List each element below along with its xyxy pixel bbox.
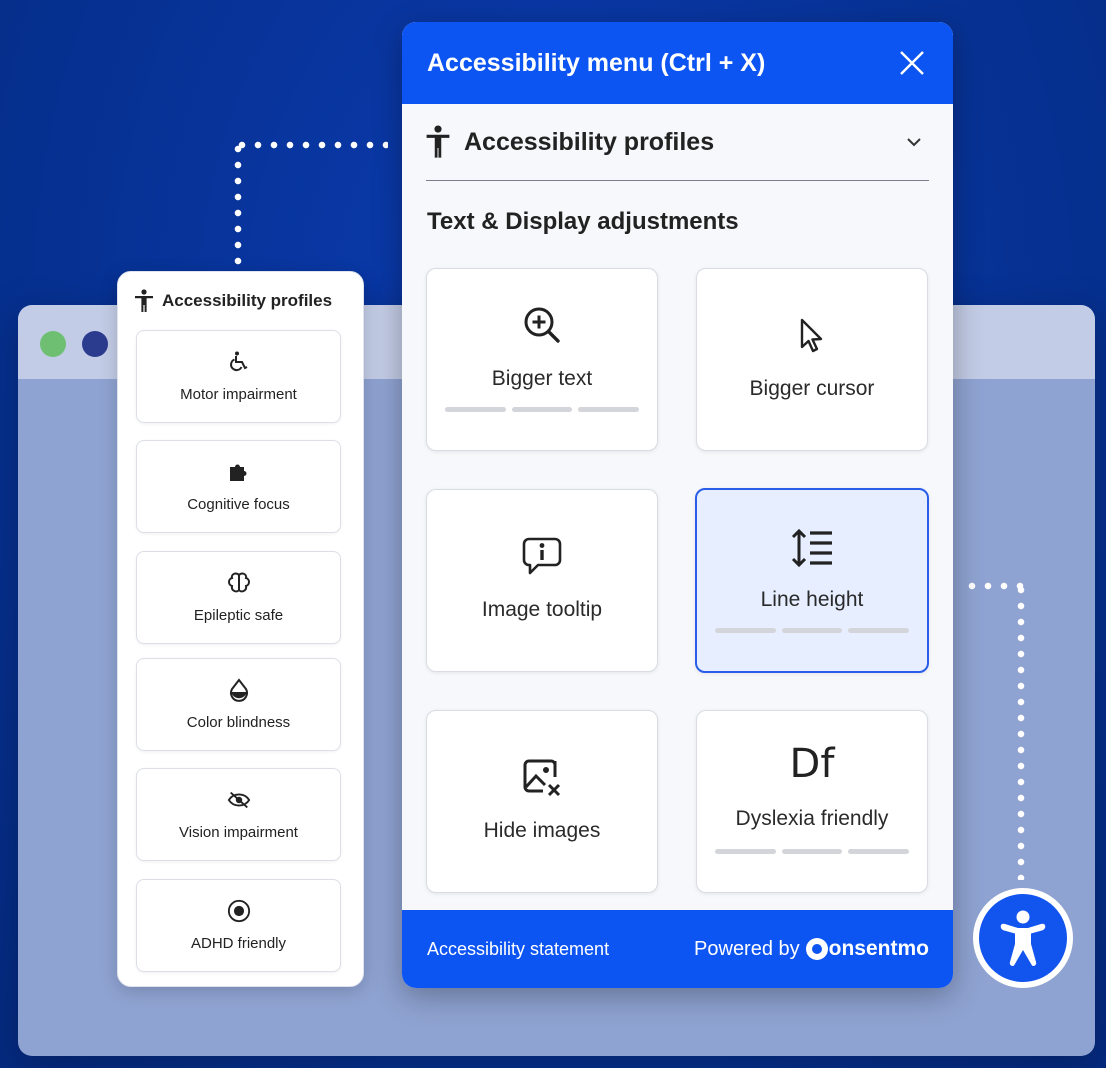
close-icon[interactable] xyxy=(897,48,927,78)
accessibility-menu: Accessibility menu (Ctrl + X) Accessibil… xyxy=(402,22,953,988)
level-bars xyxy=(445,407,640,412)
menu-footer: Accessibility statement Powered by onsen… xyxy=(402,910,953,988)
menu-header: Accessibility menu (Ctrl + X) xyxy=(402,22,953,104)
brand-name: onsentmo xyxy=(828,937,929,960)
profiles-accordion[interactable]: Accessibility profiles xyxy=(426,104,929,181)
connector-dots-left xyxy=(234,141,242,265)
accessibility-statement-link[interactable]: Accessibility statement xyxy=(427,939,609,960)
profiles-card: Accessibility profiles Motor impairment … xyxy=(117,271,364,987)
profile-label: Motor impairment xyxy=(180,386,297,403)
person-icon xyxy=(135,289,153,312)
level-bars xyxy=(715,628,910,633)
brain-icon xyxy=(227,571,251,595)
brand-logo: onsentmo xyxy=(805,937,929,961)
profiles-card-title: Accessibility profiles xyxy=(162,291,333,310)
tile-bigger-cursor[interactable]: Bigger cursor xyxy=(696,268,928,451)
connector-dots-top xyxy=(234,141,388,149)
profile-label: Color blindness xyxy=(186,714,291,731)
accessibility-person-icon xyxy=(1000,910,1046,967)
person-icon xyxy=(426,125,450,158)
profile-epileptic-safe[interactable]: Epileptic safe xyxy=(136,551,341,644)
profile-label: Epileptic safe xyxy=(193,607,284,624)
tile-label: Image tooltip xyxy=(481,598,603,621)
level-bars xyxy=(715,849,910,854)
line-height-icon xyxy=(791,528,832,568)
powered-by-label: Powered by xyxy=(694,937,800,960)
puzzle-icon xyxy=(227,460,251,484)
tile-line-height[interactable]: Line height xyxy=(695,488,929,673)
profile-color-blindness[interactable]: Color blindness xyxy=(136,658,341,751)
profile-cognitive-focus[interactable]: Cognitive focus xyxy=(136,440,341,533)
profile-vision-impairment[interactable]: Vision impairment xyxy=(136,768,341,861)
hide-image-icon xyxy=(523,759,561,797)
tile-label: Dyslexia friendly xyxy=(735,807,889,830)
info-bubble-icon xyxy=(522,537,562,575)
eye-off-icon xyxy=(227,788,251,812)
connector-dots-right-vertical xyxy=(1017,582,1025,880)
tile-hide-images[interactable]: Hide images xyxy=(426,710,658,893)
wheelchair-icon xyxy=(227,350,251,374)
zoom-in-icon xyxy=(524,307,560,343)
cursor-icon xyxy=(800,318,823,353)
target-icon xyxy=(227,899,251,923)
tile-label: Bigger text xyxy=(491,367,593,390)
drop-icon xyxy=(227,678,251,702)
tile-image-tooltip[interactable]: Image tooltip xyxy=(426,489,658,672)
profile-label: Vision impairment xyxy=(179,824,298,841)
menu-title: Accessibility menu (Ctrl + X) xyxy=(427,48,766,77)
profile-motor-impairment[interactable]: Motor impairment xyxy=(136,330,341,423)
brand-logo-mark xyxy=(805,938,828,960)
profile-label: ADHD friendly xyxy=(190,935,287,952)
tile-label: Bigger cursor xyxy=(749,377,875,400)
profiles-accordion-label: Accessibility profiles xyxy=(464,127,715,156)
tile-dyslexia-friendly[interactable]: Df Dyslexia friendly xyxy=(696,710,928,893)
window-dot-green xyxy=(40,331,66,357)
profile-adhd-friendly[interactable]: ADHD friendly xyxy=(136,879,341,972)
dyslexia-font-icon: Df xyxy=(789,741,835,787)
accessibility-fab-button[interactable] xyxy=(973,888,1073,988)
section-title: Text & Display adjustments xyxy=(427,208,739,235)
chevron-down-icon xyxy=(907,138,921,147)
profile-label: Cognitive focus xyxy=(187,496,290,513)
tile-label: Hide images xyxy=(483,819,601,842)
accessibility-fab-inner xyxy=(979,894,1067,982)
tile-bigger-text[interactable]: Bigger text xyxy=(426,268,658,451)
profiles-card-header: Accessibility profiles xyxy=(134,288,353,314)
window-dot-navy xyxy=(82,331,108,357)
powered-by[interactable]: Powered by onsentmo xyxy=(694,937,929,961)
tile-label: Line height xyxy=(760,588,864,611)
